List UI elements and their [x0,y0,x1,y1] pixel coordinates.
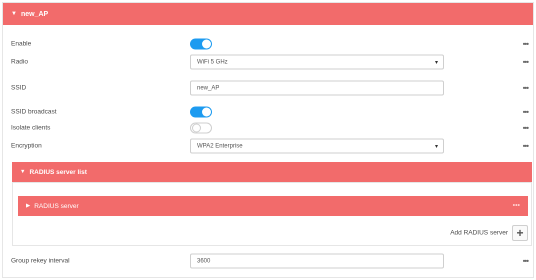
group-rekey-label: Group rekey interval [11,257,70,265]
enable-toggle[interactable] [190,38,212,50]
group-rekey-row: Group rekey interval 3600 ••• [0,252,536,270]
encryption-label: Encryption [11,142,42,150]
radius-server-header[interactable]: ▶ RADIUS server ••• [18,196,528,216]
more-dots-icon[interactable]: ••• [523,58,529,67]
isolate-clients-toggle[interactable] [190,122,212,134]
encryption-value: WPA2 Enterprise [197,143,243,149]
more-dots-icon[interactable]: ••• [523,84,529,93]
add-radius-row: Add RADIUS server + [0,224,536,242]
ssid-broadcast-toggle[interactable] [190,106,212,118]
ssid-label: SSID [11,84,27,92]
add-radius-label: Add RADIUS server [450,229,508,237]
section-title: new_AP [20,10,49,18]
more-dots-icon[interactable]: ••• [523,124,529,133]
toggle-knob [202,39,211,49]
enable-label: Enable [11,40,32,48]
encryption-row: Encryption WPA2 Enterprise ▾ ••• [0,137,536,155]
caret-down-icon: ▼ [11,11,17,17]
dropdown-arrow-icon: ▾ [434,59,438,66]
enable-row: Enable ••• [0,35,536,53]
ssid-input[interactable]: new_AP [190,80,444,96]
more-dots-icon[interactable]: ••• [523,257,529,266]
caret-down-icon: ▼ [20,169,26,175]
ssid-broadcast-label: SSID broadcast [11,108,57,116]
dropdown-arrow-icon: ▾ [434,143,438,150]
isolate-clients-row: Isolate clients ••• [0,119,536,137]
section-header[interactable]: ▼ new_AP [3,3,533,25]
radius-server-title: RADIUS server [34,202,79,210]
plus-icon: + [516,226,524,240]
ssid-row: SSID new_AP ••• [0,79,536,97]
radius-list-header[interactable]: ▼ RADIUS server list [12,162,532,182]
toggle-knob [202,107,211,117]
caret-right-icon: ▶ [26,203,31,209]
isolate-clients-label: Isolate clients [11,124,51,132]
group-rekey-value: 3600 [197,258,211,264]
more-dots-icon[interactable]: ••• [523,108,529,117]
more-dots-icon[interactable]: ••• [523,40,529,49]
ssid-value: new_AP [197,85,220,91]
radio-select[interactable]: WiFi 5 GHz ▾ [190,54,444,70]
toggle-knob [192,123,201,133]
encryption-select[interactable]: WPA2 Enterprise ▾ [190,138,444,154]
radio-value: WiFi 5 GHz [197,59,228,65]
radio-label: Radio [11,58,28,66]
more-dots-icon[interactable]: ••• [513,203,520,210]
more-dots-icon[interactable]: ••• [523,142,529,151]
group-rekey-input[interactable]: 3600 [190,253,444,269]
add-radius-button[interactable]: + [512,225,528,241]
radio-row: Radio WiFi 5 GHz ▾ ••• [0,53,536,71]
radius-list-title: RADIUS server list [29,168,87,176]
